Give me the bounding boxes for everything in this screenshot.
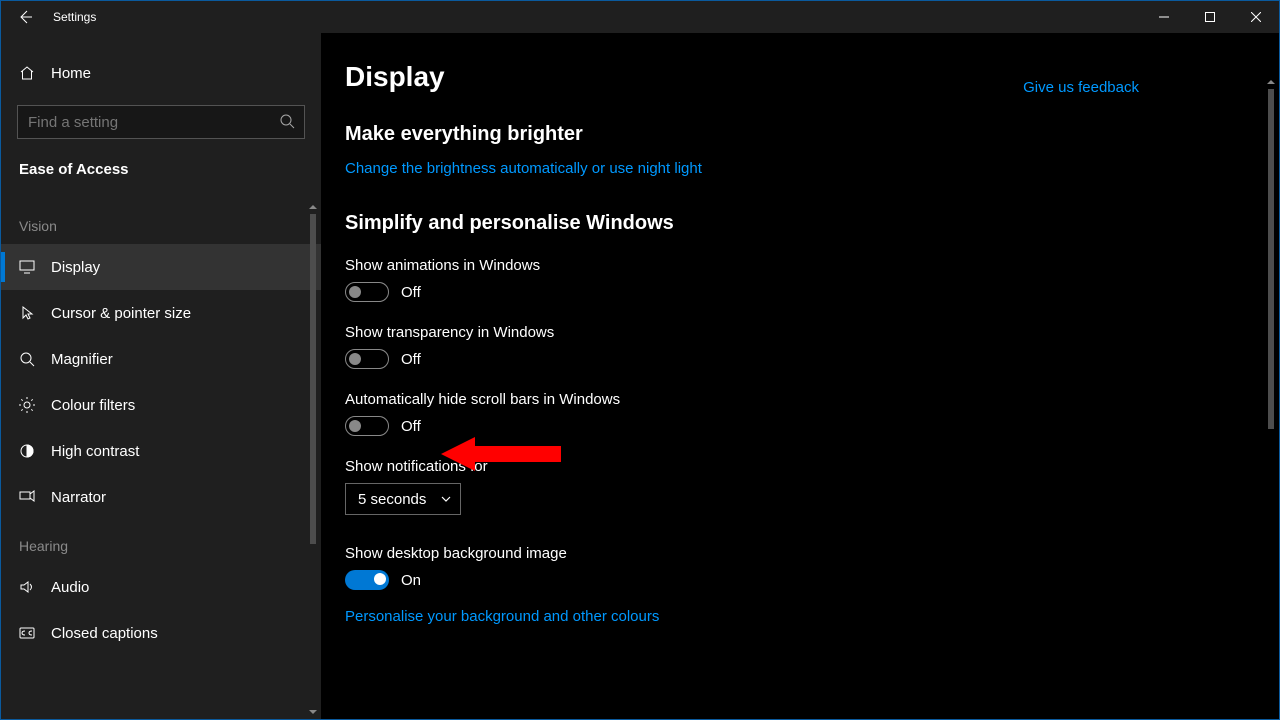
content-area: Give us feedback Display Make everything… xyxy=(321,33,1279,719)
sidebar-item-label: Audio xyxy=(51,579,89,596)
personalise-colours-link[interactable]: Personalise your background and other co… xyxy=(345,608,961,625)
toggle-state: On xyxy=(401,572,421,589)
sidebar-item-label: Magnifier xyxy=(51,351,113,368)
magnify-icon xyxy=(19,351,35,367)
sidebar-item-label: Narrator xyxy=(51,489,106,506)
sidebar-home-label: Home xyxy=(51,65,91,82)
sidebar-item-closed-captions[interactable]: Closed captions xyxy=(1,610,321,656)
dropdown-value: 5 seconds xyxy=(358,491,426,508)
scrollbar-thumb[interactable] xyxy=(1268,89,1274,429)
audio-icon xyxy=(19,579,35,595)
transparency-toggle[interactable] xyxy=(345,349,389,369)
toggle-state: Off xyxy=(401,351,421,368)
desktop-background-toggle[interactable] xyxy=(345,570,389,590)
chevron-up-icon[interactable] xyxy=(307,200,319,214)
toggle-state: Off xyxy=(401,418,421,435)
sidebar-group-hearing: Hearing xyxy=(1,520,321,564)
setting-label: Show transparency in Windows xyxy=(345,324,961,341)
sidebar-item-display[interactable]: Display xyxy=(1,244,321,290)
sidebar-item-label: Cursor & pointer size xyxy=(51,305,191,322)
sidebar-item-label: Display xyxy=(51,259,100,276)
cc-icon xyxy=(19,625,35,641)
setting-label: Automatically hide scroll bars in Window… xyxy=(345,391,961,408)
titlebar: Settings xyxy=(1,1,1279,33)
cursor-icon xyxy=(19,305,35,321)
narrator-icon xyxy=(19,489,35,505)
setting-animations: Show animations in Windows Off xyxy=(345,257,961,302)
brightness-settings-link[interactable]: Change the brightness automatically or u… xyxy=(345,160,702,177)
sidebar: Home Ease of Access Vision Display Curso… xyxy=(1,33,321,719)
sidebar-item-magnifier[interactable]: Magnifier xyxy=(1,336,321,382)
sidebar-scrollbar[interactable] xyxy=(307,200,319,719)
hide-scrollbars-toggle[interactable] xyxy=(345,416,389,436)
chevron-up-icon[interactable] xyxy=(1265,75,1277,89)
setting-label: Show animations in Windows xyxy=(345,257,961,274)
brightness-icon xyxy=(19,397,35,413)
section-simplify-heading: Simplify and personalise Windows xyxy=(345,212,961,235)
setting-desktop-background: Show desktop background image On xyxy=(345,545,961,590)
sidebar-home[interactable]: Home xyxy=(1,49,321,97)
minimize-button[interactable] xyxy=(1141,1,1187,33)
close-button[interactable] xyxy=(1233,1,1279,33)
window-title: Settings xyxy=(49,10,96,24)
section-brightness-heading: Make everything brighter xyxy=(345,123,961,146)
chevron-down-icon xyxy=(440,493,452,505)
feedback-link[interactable]: Give us feedback xyxy=(1023,79,1139,96)
monitor-icon xyxy=(19,259,35,275)
setting-hide-scrollbars: Automatically hide scroll bars in Window… xyxy=(345,391,961,436)
search-input[interactable] xyxy=(17,105,305,139)
sidebar-section-title: Ease of Access xyxy=(1,139,321,178)
contrast-icon xyxy=(19,443,35,459)
page-title: Display xyxy=(345,61,961,93)
sidebar-item-narrator[interactable]: Narrator xyxy=(1,474,321,520)
scrollbar-thumb[interactable] xyxy=(310,214,316,544)
setting-label: Show desktop background image xyxy=(345,545,961,562)
back-button[interactable] xyxy=(1,1,49,33)
setting-label: Show notifications for xyxy=(345,458,961,475)
search-icon xyxy=(279,113,295,129)
setting-transparency: Show transparency in Windows Off xyxy=(345,324,961,369)
sidebar-item-cursor[interactable]: Cursor & pointer size xyxy=(1,290,321,336)
sidebar-nav: Vision Display Cursor & pointer size Mag… xyxy=(1,200,321,719)
toggle-state: Off xyxy=(401,284,421,301)
home-icon xyxy=(19,65,35,81)
sidebar-group-vision: Vision xyxy=(1,200,321,244)
sidebar-item-high-contrast[interactable]: High contrast xyxy=(1,428,321,474)
notifications-duration-dropdown[interactable]: 5 seconds xyxy=(345,483,461,515)
sidebar-item-label: Closed captions xyxy=(51,625,158,642)
sidebar-item-colour-filters[interactable]: Colour filters xyxy=(1,382,321,428)
sidebar-item-label: Colour filters xyxy=(51,397,135,414)
maximize-button[interactable] xyxy=(1187,1,1233,33)
content-scrollbar[interactable] xyxy=(1265,75,1277,715)
sidebar-item-label: High contrast xyxy=(51,443,139,460)
sidebar-item-audio[interactable]: Audio xyxy=(1,564,321,610)
animations-toggle[interactable] xyxy=(345,282,389,302)
setting-notifications-duration: Show notifications for 5 seconds xyxy=(345,458,961,515)
chevron-down-icon[interactable] xyxy=(307,705,319,719)
